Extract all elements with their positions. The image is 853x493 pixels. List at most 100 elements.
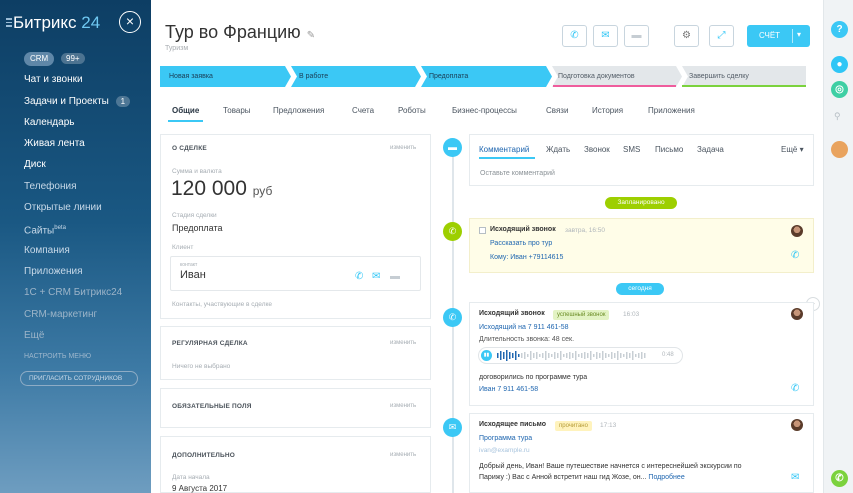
client-card bbox=[170, 256, 421, 291]
tab-general[interactable]: Общие bbox=[172, 106, 199, 115]
mail-body-text: Парижу :) Вас с Анной встретит наш гид Ж… bbox=[479, 474, 647, 481]
sidebar-item-1c[interactable]: 1С + CRM Битрикс24 bbox=[0, 282, 151, 303]
page-title[interactable]: Тур во Францию ✎ bbox=[165, 22, 315, 43]
phone-icon[interactable]: ✆ bbox=[355, 271, 363, 282]
account-label: СЧЁТ bbox=[759, 31, 781, 40]
chat-icon[interactable]: ▬ bbox=[390, 271, 400, 282]
bell-icon[interactable]: ● bbox=[831, 56, 848, 73]
expand-icon[interactable]: ⤢ bbox=[709, 25, 734, 47]
tab-products[interactable]: Товары bbox=[223, 106, 251, 115]
tab-bizproc[interactable]: Бизнес-процессы bbox=[452, 106, 517, 115]
sidebar-item-apps[interactable]: Приложения bbox=[0, 261, 151, 282]
sidebar-item-crm[interactable]: CRM 99+ bbox=[0, 48, 151, 69]
sidebar-item-more[interactable]: Ещё bbox=[0, 325, 151, 346]
planned-title[interactable]: Исходящий звонок bbox=[490, 226, 556, 233]
right-toolbar: ? ● ◎ ⚲ ✆ bbox=[823, 0, 853, 493]
sidebar-item-sites[interactable]: Сайтыbeta bbox=[0, 218, 151, 239]
section-title: РЕГУЛЯРНАЯ СДЕЛКА bbox=[172, 340, 248, 347]
phone-icon[interactable]: ✆ bbox=[791, 383, 799, 394]
tab-task[interactable]: Задача bbox=[697, 145, 724, 154]
edit-title-icon[interactable]: ✎ bbox=[307, 30, 315, 41]
section-title: О СДЕЛКЕ bbox=[172, 145, 207, 152]
gear-icon[interactable]: ⚙ bbox=[674, 25, 699, 47]
search-icon[interactable]: ⚲ bbox=[834, 111, 841, 122]
tab-comment[interactable]: Комментарий bbox=[479, 145, 529, 154]
mail-title[interactable]: Исходящее письмо bbox=[479, 421, 546, 428]
chevron-down-icon[interactable]: ▾ bbox=[797, 30, 801, 39]
edit-link[interactable]: изменить bbox=[390, 452, 416, 458]
sidebar-item-company[interactable]: Компания bbox=[0, 240, 151, 261]
user-avatar[interactable] bbox=[831, 141, 848, 158]
more-tabs[interactable]: Ещё ▾ bbox=[781, 145, 804, 154]
tab-history[interactable]: История bbox=[592, 106, 623, 115]
sidebar-item-calendar[interactable]: Календарь bbox=[0, 112, 151, 133]
call-title[interactable]: Исходящий звонок bbox=[479, 310, 545, 317]
edit-link[interactable]: изменить bbox=[390, 340, 416, 346]
tab-sms[interactable]: SMS bbox=[623, 145, 640, 154]
more-link[interactable]: Подробнее bbox=[648, 474, 684, 481]
configure-menu-link[interactable]: НАСТРОИТЬ МЕНЮ bbox=[0, 346, 151, 368]
chat-button[interactable]: ▬ bbox=[624, 25, 649, 47]
tab-underline bbox=[168, 120, 203, 122]
planned-whom[interactable]: Кому: Иван +79114615 bbox=[490, 254, 563, 261]
invite-button[interactable]: ПРИГЛАСИТЬ СОТРУДНИКОВ bbox=[20, 371, 138, 387]
complete-checkbox[interactable] bbox=[479, 227, 486, 234]
tab-email[interactable]: Письмо bbox=[655, 145, 683, 154]
sidebar-item-telephony[interactable]: Телефония bbox=[0, 176, 151, 197]
client-name[interactable]: Иван bbox=[180, 269, 206, 281]
stage-label: Предоплата bbox=[429, 73, 469, 80]
avatar[interactable] bbox=[791, 225, 803, 237]
stage-label: Новая заявка bbox=[169, 73, 213, 80]
sidebar-item-marketing[interactable]: CRM-маркетинг bbox=[0, 304, 151, 325]
mail-icon[interactable]: ✉ bbox=[372, 271, 380, 282]
tab-apps[interactable]: Приложения bbox=[648, 106, 695, 115]
sidebar-item-disk[interactable]: Диск bbox=[0, 154, 151, 175]
comment-input[interactable]: Оставьте комментарий bbox=[480, 170, 555, 177]
phone-icon[interactable]: ✆ bbox=[791, 250, 799, 261]
deal-title: Тур во Францию bbox=[165, 22, 301, 42]
tab-wait[interactable]: Ждать bbox=[546, 145, 570, 154]
brand-logo[interactable]: Битрикс 24 bbox=[13, 13, 100, 33]
section-title: ДОПОЛНИТЕЛЬНО bbox=[172, 452, 236, 459]
edit-link[interactable]: изменить bbox=[390, 403, 416, 409]
sidebar-item-chat[interactable]: Чат и звонки bbox=[0, 69, 151, 90]
call-contact-link[interactable]: Иван 7 911 461-58 bbox=[479, 386, 538, 393]
sidebar-item-openlines[interactable]: Открытые линии bbox=[0, 197, 151, 218]
menu-icon[interactable] bbox=[6, 18, 12, 28]
avatar[interactable] bbox=[791, 308, 803, 320]
mail-icon[interactable]: ✉ bbox=[791, 472, 799, 483]
crm-badge: 99+ bbox=[61, 53, 85, 64]
play-icon[interactable]: ▮▮ bbox=[481, 350, 492, 361]
close-button[interactable]: × bbox=[119, 11, 141, 33]
phone-icon: ✆ bbox=[443, 222, 462, 241]
sidebar-item-tasks[interactable]: Задачи и Проекты 1 bbox=[0, 91, 151, 112]
call-number-link[interactable]: Исходящий на 7 911 461-58 bbox=[479, 324, 569, 331]
participants-label[interactable]: Контакты, участвующие в сделке bbox=[172, 301, 272, 308]
brand-name: Битрикс bbox=[13, 13, 77, 32]
create-account-button[interactable]: СЧЁТ ▾ bbox=[747, 25, 810, 47]
date-value[interactable]: 9 Августа 2017 bbox=[172, 484, 227, 493]
stage-value[interactable]: Предоплата bbox=[172, 223, 223, 233]
regular-value: Ничего не выбрано bbox=[172, 363, 231, 370]
planned-subject-link[interactable]: Рассказать про тур bbox=[490, 240, 552, 247]
tab-call[interactable]: Звонок bbox=[584, 145, 610, 154]
tab-links[interactable]: Связи bbox=[546, 106, 568, 115]
tab-offers[interactable]: Предложения bbox=[273, 106, 324, 115]
email-button[interactable]: ✉ bbox=[593, 25, 618, 47]
help-icon[interactable]: ? bbox=[831, 21, 848, 38]
brand-number: 24 bbox=[81, 13, 101, 32]
tab-invoices[interactable]: Счета bbox=[352, 106, 374, 115]
sidebar-item-feed[interactable]: Живая лента bbox=[0, 133, 151, 154]
edit-link[interactable]: изменить bbox=[390, 145, 416, 151]
phone-icon[interactable]: ✆ bbox=[831, 470, 848, 487]
mail-subject-link[interactable]: Программа тура bbox=[479, 435, 532, 442]
sum-value[interactable]: 120 000 руб bbox=[171, 177, 272, 201]
mail-address: ivan@example.ru bbox=[479, 447, 530, 454]
tab-robots[interactable]: Роботы bbox=[398, 106, 426, 115]
call-button[interactable]: ✆ bbox=[562, 25, 587, 47]
avatar[interactable] bbox=[791, 419, 803, 431]
mail-time: 17:13 bbox=[600, 422, 617, 429]
check-icon[interactable]: ◎ bbox=[831, 81, 848, 98]
stage-label: Подготовка документов bbox=[558, 73, 635, 80]
regular-section bbox=[160, 326, 431, 380]
